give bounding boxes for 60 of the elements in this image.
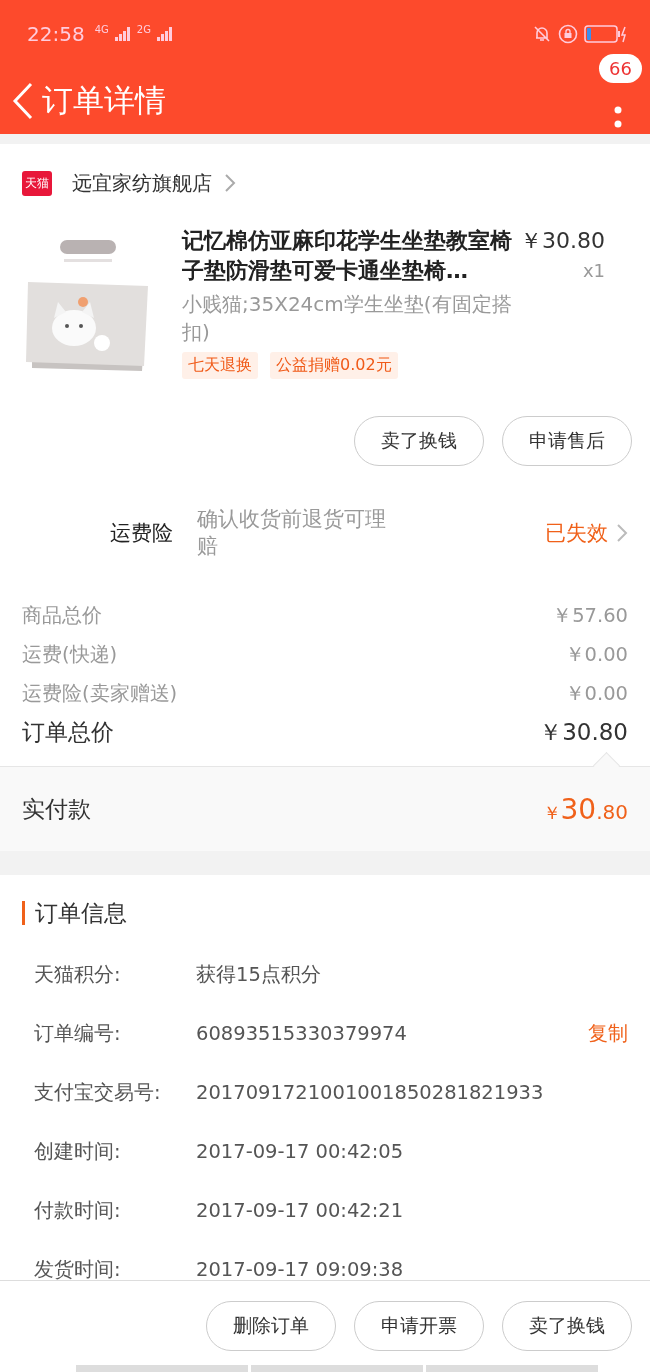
network-label: 4G — [94, 24, 109, 35]
service-tag: 公益捐赠0.02元 — [270, 352, 398, 379]
more-menu-icon[interactable] — [614, 106, 622, 130]
info-value: 2017091721001001850281821933 — [196, 1080, 544, 1104]
action-button[interactable]: 卖了换钱 — [502, 1301, 632, 1351]
section-title: 订单信息 — [22, 901, 628, 925]
cost-label: 运费(快递) — [22, 642, 118, 668]
store-row[interactable]: 天猫 远宜家纺旗舰店 — [0, 144, 650, 222]
nav-key[interactable] — [426, 1365, 598, 1372]
cost-label: 商品总价 — [22, 603, 102, 629]
info-label: 付款时间: — [34, 1197, 122, 1224]
signal-icon — [114, 27, 131, 41]
page-title: 订单详情 — [42, 81, 166, 120]
signal-icon — [156, 27, 173, 41]
info-value: 60893515330379974 — [196, 1021, 407, 1045]
cost-value: ￥0.00 — [564, 642, 628, 668]
insurance-row[interactable]: 运费险 确认收货前退货可理赔 已失效 — [0, 466, 650, 560]
info-label: 创建时间: — [34, 1138, 122, 1165]
nav-key[interactable] — [76, 1365, 248, 1372]
info-value: 2017-09-17 09:09:38 — [196, 1257, 404, 1280]
chevron-right-icon — [224, 173, 236, 193]
product-title[interactable]: 记忆棉仿亚麻印花学生坐垫教室椅子垫防滑垫可爱卡通坐垫椅… — [182, 226, 512, 286]
network-label: 2G — [136, 24, 151, 35]
action-button[interactable]: 卖了换钱 — [354, 416, 484, 466]
cost-label: 运费险(卖家赠送) — [22, 681, 178, 707]
back-icon[interactable] — [12, 82, 34, 120]
action-button[interactable]: 删除订单 — [206, 1301, 336, 1351]
info-value: 2017-09-17 00:42:05 — [196, 1139, 404, 1163]
action-button[interactable]: 申请开票 — [354, 1301, 484, 1351]
info-label: 订单编号: — [34, 1020, 122, 1047]
product-price: ￥30.80 — [520, 227, 605, 255]
total-value: ￥30.80 — [539, 718, 628, 747]
info-label: 支付宝交易号: — [34, 1079, 162, 1106]
message-badge: 66 — [599, 54, 642, 83]
paid-decimal: .80 — [596, 799, 628, 824]
product-variant: 小贱猫;35X24cm学生坐垫(有固定搭扣) — [182, 291, 512, 346]
action-button[interactable]: 申请售后 — [502, 416, 632, 466]
paid-amount: 30 — [560, 792, 597, 826]
nav-key[interactable] — [251, 1365, 423, 1372]
cost-value: ￥0.00 — [564, 681, 628, 707]
info-value: 2017-09-17 00:42:21 — [196, 1198, 404, 1222]
platform-logo: 天猫 — [22, 170, 52, 196]
paid-label: 实付款 — [22, 794, 91, 824]
info-label: 天猫积分: — [34, 961, 122, 988]
bell-off-icon — [532, 24, 552, 44]
cost-value: ￥57.60 — [552, 603, 628, 629]
info-label: 发货时间: — [34, 1256, 122, 1280]
lock-icon — [558, 24, 578, 44]
store-name: 远宜家纺旗舰店 — [72, 169, 212, 197]
battery-icon — [584, 24, 628, 44]
total-label: 订单总价 — [22, 718, 114, 747]
status-time: 22:58 — [27, 22, 85, 46]
product-quantity: x1 — [582, 260, 605, 281]
info-value: 获得15点积分 — [196, 961, 321, 988]
insurance-label: 运费险 — [110, 520, 173, 547]
chevron-right-icon — [616, 523, 628, 543]
insurance-description: 确认收货前退货可理赔 — [197, 506, 387, 560]
service-tag: 七天退换 — [182, 352, 258, 379]
currency-sign: ￥ — [542, 800, 561, 825]
insurance-status: 已失效 — [545, 520, 608, 547]
